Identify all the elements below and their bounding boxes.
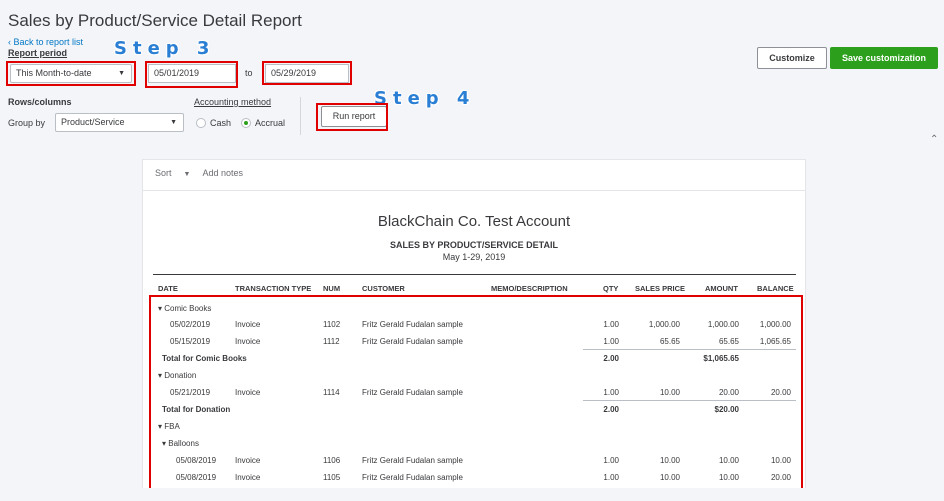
page-title: Sales by Product/Service Detail Report: [8, 11, 302, 30]
customize-button[interactable]: Customize: [757, 47, 827, 69]
report-period-label: Report period: [8, 48, 68, 58]
divider: [153, 274, 796, 275]
caret-down-icon: ▼: [170, 119, 177, 126]
caret-down-icon: ▼: [183, 171, 191, 178]
group-by-select[interactable]: Product/Service ▼: [55, 113, 184, 132]
column-header-balance[interactable]: BALANCE: [757, 284, 794, 293]
column-header-amount[interactable]: AMOUNT: [705, 284, 738, 293]
column-header-num[interactable]: NUM: [323, 284, 340, 293]
radio-unchecked-icon: [196, 118, 206, 128]
report-date-range: May 1-29, 2019: [442, 252, 506, 262]
highlight-end-date: [262, 61, 352, 85]
column-header-customer[interactable]: CUSTOMER: [362, 284, 405, 293]
column-header-date[interactable]: DATE: [158, 284, 178, 293]
divider: [300, 97, 301, 135]
rows-columns-label: Rows/columns: [8, 97, 72, 107]
accrual-radio[interactable]: Accrual: [241, 118, 285, 128]
company-name: BlackChain Co. Test Account: [377, 213, 571, 230]
column-header-transaction-type[interactable]: TRANSACTION TYPE: [235, 284, 311, 293]
column-header-memo[interactable]: MEMO/DESCRIPTION: [491, 284, 568, 293]
highlight-start-date: [145, 61, 238, 88]
report-settings-panel: Sales by Product/Service Detail Report ‹…: [0, 0, 944, 145]
report-title: SALES BY PRODUCT/SERVICE DETAIL: [389, 240, 559, 250]
bottom-edge: [0, 488, 944, 501]
add-notes-link[interactable]: Add notes: [202, 168, 243, 178]
divider: [143, 190, 805, 191]
chevron-up-icon[interactable]: ⌃: [930, 134, 938, 145]
back-to-report-list-link[interactable]: ‹ Back to report list: [8, 37, 83, 47]
step-4-annotation: Step 4: [374, 88, 476, 109]
accounting-method-label: Accounting method: [194, 97, 272, 107]
report-page: Sort ▼ Add notes BlackChain Co. Test Acco…: [142, 159, 806, 501]
save-customization-button[interactable]: Save customization: [830, 47, 938, 69]
cash-radio[interactable]: Cash: [196, 118, 231, 128]
step-3-annotation: Step 3: [114, 38, 216, 59]
sort-menu[interactable]: Sort ▼: [155, 168, 190, 178]
highlight-period-select: [6, 61, 136, 86]
radio-checked-icon: [241, 118, 251, 128]
report-toolbar: Sort ▼ Add notes: [155, 168, 253, 178]
group-by-label: Group by: [8, 118, 46, 128]
highlight-run-report: [316, 103, 388, 131]
highlight-report-rows: [149, 295, 803, 499]
chevron-left-icon: ‹: [8, 37, 11, 47]
column-header-qty[interactable]: QTY: [603, 284, 618, 293]
to-label: to: [245, 68, 253, 78]
column-header-sales-price[interactable]: SALES PRICE: [635, 284, 685, 293]
